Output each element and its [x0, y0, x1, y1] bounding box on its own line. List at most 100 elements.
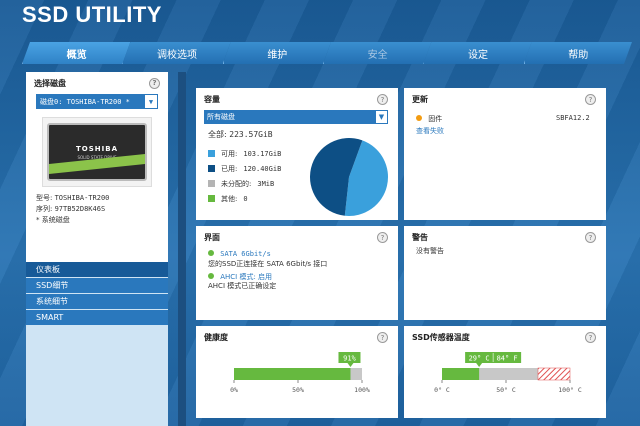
sidebar-item-system-details[interactable]: 系统细节 — [26, 294, 168, 309]
sidebar: 选择磁盘 ? 磁盘0: TOSHIBA-TR200 * ▼ TOSHIBA SO… — [26, 72, 168, 426]
ahci-label: AHCI 模式: 启用 — [220, 273, 273, 281]
tab-settings[interactable]: 设定 — [423, 42, 531, 64]
system-disk-note: * 系统磁盘 — [36, 216, 70, 224]
ssd-brand: TOSHIBA — [76, 144, 118, 153]
help-icon[interactable]: ? — [377, 94, 388, 105]
help-icon[interactable]: ? — [585, 232, 596, 243]
divider-strip — [178, 72, 186, 426]
health-tick-label: 50% — [292, 386, 304, 394]
legend-swatch — [208, 180, 215, 187]
legend-label: 未分配的: — [221, 179, 252, 188]
status-dot-icon — [416, 115, 422, 121]
help-icon[interactable]: ? — [149, 77, 160, 89]
sata-desc: 您的SSD正连接在 SATA 6Gbit/s 接口 — [208, 260, 328, 268]
legend-used: 已用: 120.40GiB — [208, 161, 281, 176]
temp-badge-fahrenheit: 84° F — [497, 355, 518, 363]
help-icon[interactable]: ? — [377, 232, 388, 243]
chevron-down-icon[interactable]: ▼ — [376, 111, 387, 123]
temperature-bar: 29° C 84° F 0° C 50° C 100° C — [434, 352, 582, 394]
serial-label: 序列: — [36, 205, 53, 213]
model-value: TOSHIBA-TR200 — [54, 194, 110, 202]
update-card: 更新 ? 固件 SBFA12.2 查看失败 — [404, 88, 606, 220]
capacity-pie-chart — [310, 138, 388, 216]
legend-swatch — [208, 195, 215, 202]
capacity-card: 容量 ? 所有磁盘 ▼ 全部: 223.57GiB 可用: 103.17GiB … — [196, 88, 398, 220]
tab-help[interactable]: 帮助 — [524, 42, 632, 64]
legend-unallocated: 未分配的: 3MiB — [208, 176, 281, 191]
ssd-info: 型号: TOSHIBA-TR200 序列: 97TB52D8K46S * 系统磁… — [36, 193, 158, 226]
tab-security[interactable]: 安全 — [323, 42, 431, 64]
temp-danger-zone — [537, 367, 571, 381]
firmware-label: 固件 — [428, 115, 443, 123]
legend-value: 0 — [243, 194, 248, 203]
legend-swatch — [208, 165, 215, 172]
help-icon[interactable]: ? — [585, 94, 596, 105]
warning-card: 警告 ? 没有警告 — [404, 226, 606, 320]
legend-value: 103.17GiB — [243, 149, 282, 158]
ssd-image: TOSHIBA SOLID STATE DRIVE — [42, 117, 152, 187]
capacity-dropdown-value: 所有磁盘 — [207, 113, 235, 121]
temperature-card: SSD传感器温度 ? 29° C 84° F 0° C 50° C 100° C — [404, 326, 606, 418]
warning-text: 没有警告 — [416, 247, 444, 255]
temp-fill — [442, 368, 480, 380]
capacity-dropdown[interactable]: 所有磁盘 ▼ — [204, 110, 388, 124]
temp-tick-label: 0° C — [434, 386, 450, 394]
legend-label: 其他: — [221, 194, 238, 203]
total-label: 全部: — [208, 130, 227, 139]
legend-label: 已用: — [221, 164, 238, 173]
legend-value: 120.40GiB — [243, 164, 282, 173]
model-label: 型号: — [36, 194, 53, 202]
ssd-drive-graphic: TOSHIBA SOLID STATE DRIVE — [47, 123, 147, 181]
legend-other: 其他: 0 — [208, 191, 281, 206]
model-row: 型号: TOSHIBA-TR200 — [36, 193, 158, 204]
sidebar-item-smart[interactable]: SMART — [26, 310, 168, 325]
sidebar-nav: 仪表板 SSD细节 系统细节 SMART — [26, 262, 168, 326]
check-failed-link[interactable]: 查看失败 — [416, 126, 444, 136]
disk-dropdown[interactable]: 磁盘0: TOSHIBA-TR200 * ▼ — [36, 94, 158, 109]
disk-select-label: 选择磁盘 — [34, 78, 66, 88]
legend-label: 可用: — [221, 149, 238, 158]
ahci-desc: AHCI 模式已正确设定 — [208, 282, 277, 290]
health-tick-label: 100% — [354, 386, 370, 394]
health-tick-label: 0% — [230, 386, 238, 394]
sidebar-fill — [26, 326, 168, 426]
temp-tick-label: 100° C — [558, 386, 582, 394]
update-title: 更新 — [412, 95, 428, 104]
firmware-value: SBFA12.2 — [556, 114, 590, 122]
interface-title: 界面 — [204, 233, 220, 242]
tab-overview[interactable]: 概览 — [22, 42, 130, 64]
capacity-total: 全部: 223.57GiB — [208, 129, 273, 140]
chevron-down-icon[interactable]: ▼ — [145, 95, 157, 108]
legend-swatch — [208, 150, 215, 157]
sata-row: SATA 6Gbit/s — [208, 250, 271, 258]
health-badge-text: 91% — [343, 355, 356, 363]
temp-tick-label: 50° C — [496, 386, 516, 394]
legend-value: 3MiB — [257, 179, 275, 188]
disk-dropdown-value: 磁盘0: TOSHIBA-TR200 * — [40, 97, 130, 106]
health-badge-pointer — [347, 363, 354, 367]
temp-badge-pointer — [476, 363, 483, 367]
tab-maintenance[interactable]: 维护 — [223, 42, 331, 64]
tab-bar: 概览 调校选项 维护 安全 设定 帮助 — [22, 42, 624, 64]
total-value: 223.57GiB — [229, 130, 273, 139]
serial-value: 97TB52D8K46S — [54, 205, 106, 213]
capacity-legend: 可用: 103.17GiB 已用: 120.40GiB 未分配的: 3MiB 其… — [208, 146, 281, 206]
health-card: 健康度 ? 91% 0% 50% 100% — [196, 326, 398, 418]
interface-card: 界面 ? SATA 6Gbit/s 您的SSD正连接在 SATA 6Gbit/s… — [196, 226, 398, 320]
tab-tuning[interactable]: 调校选项 — [122, 42, 230, 64]
capacity-title: 容量 — [204, 95, 220, 104]
warning-title: 警告 — [412, 233, 428, 242]
health-fill — [234, 368, 351, 380]
sidebar-item-ssd-details[interactable]: SSD细节 — [26, 278, 168, 293]
health-bar: 91% 0% 50% 100% — [230, 352, 370, 394]
legend-available: 可用: 103.17GiB — [208, 146, 281, 161]
status-dot-icon — [208, 273, 214, 279]
status-dot-icon — [208, 250, 214, 256]
disk-select-header: 选择磁盘 ? — [26, 72, 168, 94]
temp-badge-celsius: 29° C — [469, 355, 490, 363]
sidebar-item-dashboard[interactable]: 仪表板 — [26, 262, 168, 277]
sata-label: SATA 6Gbit/s — [220, 250, 271, 258]
app-title: SSD UTILITY — [22, 2, 162, 27]
serial-row: 序列: 97TB52D8K46S — [36, 204, 158, 215]
firmware-row: 固件 — [416, 114, 442, 124]
